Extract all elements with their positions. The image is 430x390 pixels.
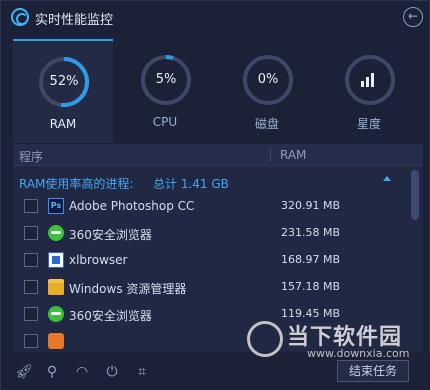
disk-gauge: 0% bbox=[243, 55, 293, 105]
table-row[interactable]: Ps Adobe Photoshop CC 320.91 MB bbox=[13, 194, 408, 221]
watermark: 当下软件园 www.downxia.com bbox=[247, 319, 427, 369]
process-memory: 168.97 MB bbox=[281, 253, 341, 266]
ram-percent: 52% bbox=[49, 74, 79, 89]
tab-rating[interactable]: 星度 bbox=[319, 39, 419, 143]
table-header: 程序 RAM bbox=[13, 144, 423, 166]
rating-gauge bbox=[345, 55, 395, 105]
table-row[interactable]: Windows 资源管理器 157.18 MB bbox=[13, 275, 408, 302]
column-divider bbox=[270, 148, 271, 162]
bar-chart-icon bbox=[361, 71, 379, 87]
process-name: Adobe Photoshop CC bbox=[69, 199, 195, 213]
row-checkbox[interactable] bbox=[24, 307, 38, 321]
browser-360-icon bbox=[48, 306, 64, 322]
watermark-url: www.downxia.com bbox=[307, 347, 410, 360]
process-name: 360安全浏览器 bbox=[69, 309, 152, 323]
group-label: RAM使用率高的进程: bbox=[19, 177, 134, 191]
browser-360-icon bbox=[48, 225, 64, 241]
row-checkbox[interactable] bbox=[24, 253, 38, 267]
process-group-header[interactable]: RAM使用率高的进程: 总计 1.41 GB bbox=[13, 172, 408, 194]
table-row[interactable]: xlbrowser 168.97 MB bbox=[13, 248, 408, 275]
tab-disk[interactable]: 0% 磁盘 bbox=[217, 39, 317, 143]
cpu-gauge: 5% bbox=[141, 55, 191, 105]
column-header-process[interactable]: 程序 bbox=[19, 148, 43, 165]
crop-icon[interactable]: ⌗ bbox=[133, 363, 151, 381]
power-icon[interactable]: ⏻ bbox=[103, 363, 121, 381]
ram-gauge: 52% bbox=[39, 57, 89, 107]
search-icon[interactable]: ⚲ bbox=[43, 363, 61, 381]
tab-ram[interactable]: 52% RAM bbox=[13, 39, 113, 143]
tab-disk-label: 磁盘 bbox=[254, 117, 279, 131]
xlbrowser-icon bbox=[48, 252, 64, 268]
tab-cpu-label: CPU bbox=[152, 115, 178, 129]
window-title: 实时性能监控 bbox=[35, 13, 114, 28]
speed-icon[interactable]: ◠ bbox=[73, 363, 91, 381]
row-checkbox[interactable] bbox=[24, 199, 38, 213]
row-checkbox[interactable] bbox=[24, 334, 38, 348]
app-icon bbox=[48, 333, 64, 349]
app-logo-icon bbox=[11, 8, 29, 26]
collapse-arrow-icon[interactable] bbox=[383, 176, 391, 181]
group-total: 总计 1.41 GB bbox=[153, 177, 229, 191]
process-memory: 231.58 MB bbox=[281, 226, 341, 239]
tab-rating-label: 星度 bbox=[356, 117, 381, 131]
watermark-logo-icon bbox=[247, 321, 283, 357]
performance-monitor-window: 实时性能监控 ← 52% RAM 5% CPU 0% 磁盘 星度 程序 RAM … bbox=[0, 0, 430, 390]
process-memory: 320.91 MB bbox=[281, 199, 341, 212]
process-name: Windows 资源管理器 bbox=[69, 282, 187, 296]
process-memory: 157.18 MB bbox=[281, 280, 341, 293]
title-bar: 实时性能监控 ← bbox=[1, 1, 430, 35]
row-checkbox[interactable] bbox=[24, 280, 38, 294]
process-name: 360安全浏览器 bbox=[69, 228, 152, 242]
folder-icon bbox=[48, 279, 64, 295]
metric-tabs: 52% RAM 5% CPU 0% 磁盘 星度 bbox=[13, 39, 423, 143]
table-row[interactable]: 360安全浏览器 231.58 MB bbox=[13, 221, 408, 248]
column-header-ram[interactable]: RAM bbox=[280, 148, 306, 162]
process-name: xlbrowser bbox=[69, 253, 128, 267]
back-arrow-icon[interactable]: ← bbox=[403, 7, 423, 27]
tab-cpu[interactable]: 5% CPU bbox=[115, 39, 215, 143]
photoshop-icon: Ps bbox=[48, 198, 64, 214]
tab-ram-label: RAM bbox=[49, 117, 77, 131]
rocket-icon[interactable]: 🚀︎ bbox=[15, 363, 33, 381]
cpu-percent: 5% bbox=[155, 72, 177, 87]
row-checkbox[interactable] bbox=[24, 226, 38, 240]
disk-percent: 0% bbox=[257, 72, 279, 87]
scrollbar-thumb[interactable] bbox=[411, 170, 419, 220]
